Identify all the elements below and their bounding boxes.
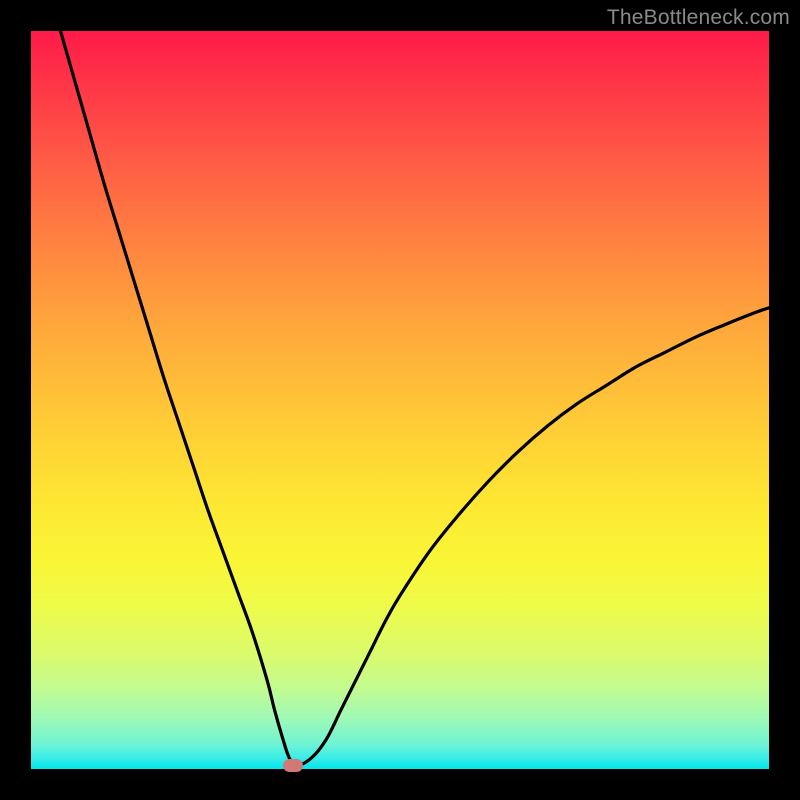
watermark-text: TheBottleneck.com xyxy=(607,6,790,30)
plot-area xyxy=(31,31,769,769)
chart-frame: TheBottleneck.com xyxy=(0,0,800,800)
optimal-point-marker xyxy=(283,759,303,772)
bottleneck-curve xyxy=(31,31,769,769)
